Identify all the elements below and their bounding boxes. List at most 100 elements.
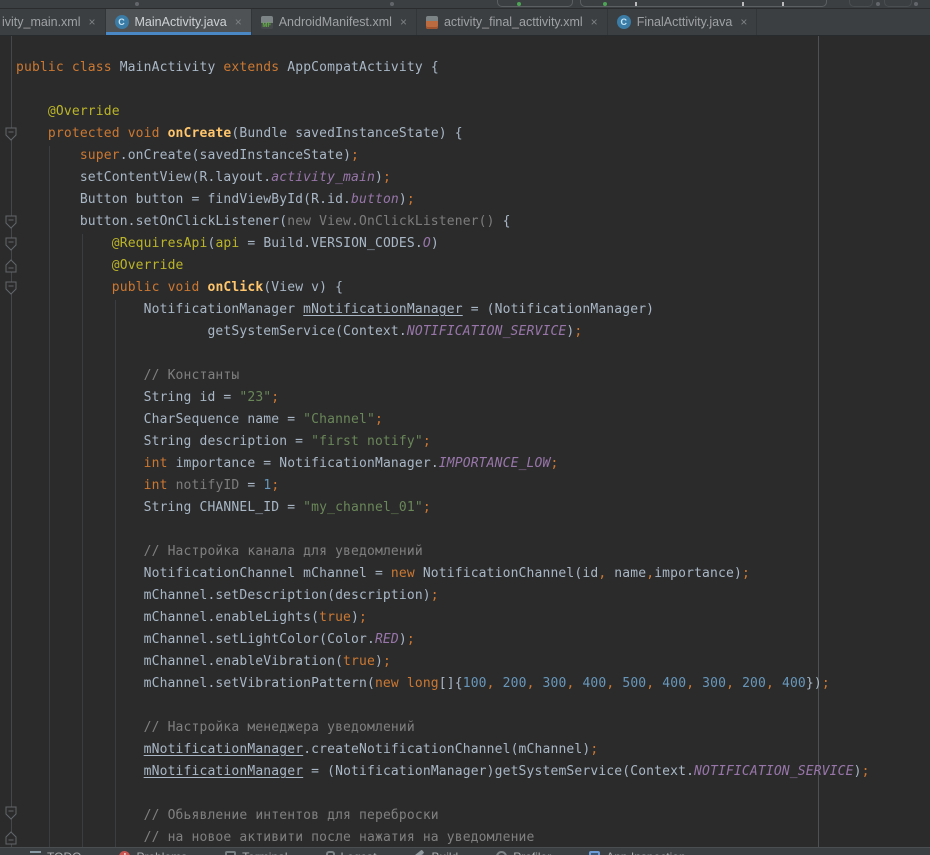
ide-window: ivity_main.xml × C MainActivity.java × MF Andr… — [0, 0, 930, 855]
code-line-10: @Override — [16, 255, 930, 277]
toolbar-button-group[interactable] — [849, 0, 873, 7]
code-line-18: String description = "first notify"; — [16, 431, 930, 453]
code-line-16: String id = "23"; — [16, 387, 930, 409]
code-line-27: mChannel.setLightColor(Color.RED); — [16, 629, 930, 651]
tab-label: MainActivity.java — [135, 15, 227, 29]
toolwindow-label: Profiler — [513, 850, 551, 855]
code-line-3: @Override — [16, 101, 930, 123]
toolwindow-problems[interactable]: ! Problems — [119, 850, 187, 855]
tab-label: FinalActtivity.java — [637, 15, 733, 29]
code-line-31: // Настройка менеджера уведомлений — [16, 717, 930, 739]
code-line-24: NotificationChannel mChannel = new Notif… — [16, 563, 930, 585]
code-line-19: int importance = NotificationManager.IMP… — [16, 453, 930, 475]
run-status-dot-icon — [517, 2, 521, 6]
tab-FinalActtivity.java[interactable]: C FinalActtivity.java × — [608, 9, 758, 35]
fold-down-icon[interactable] — [5, 806, 17, 820]
close-icon[interactable]: × — [740, 16, 747, 28]
tool-window-bar: TODO! Problems Terminal Logcat Build Profiler… — [0, 847, 930, 855]
toolwindow-profiler[interactable]: Profiler — [496, 850, 551, 855]
fold-up-icon[interactable] — [5, 259, 17, 273]
toolwindow-terminal[interactable]: Terminal — [225, 850, 287, 855]
toolbar-dot-icon — [876, 2, 880, 6]
tab-label: AndroidManifest.xml — [279, 15, 392, 29]
fold-down-icon[interactable] — [5, 281, 17, 295]
close-icon[interactable]: × — [235, 16, 242, 28]
code-line-35: // Обьявление интентов для переброски — [16, 805, 930, 827]
profiler-icon — [496, 851, 507, 855]
tab-activity_final_acttivity.xml[interactable]: activity_final_acttivity.xml × — [417, 9, 608, 35]
code-line-9: @RequiresApi(api = Build.VERSION_CODES.O… — [16, 233, 930, 255]
device-selector-group[interactable] — [580, 0, 827, 7]
code-editor[interactable]: public class MainActivity extends AppCom… — [0, 36, 930, 855]
logcat-icon — [326, 851, 335, 855]
code-line-2 — [16, 79, 930, 101]
toolwindow-label: TODO — [47, 850, 81, 855]
toolwindow-label: Logcat — [341, 850, 377, 855]
code-line-21: String CHANNEL_ID = "my_channel_01"; — [16, 497, 930, 519]
toolwindow-label: Terminal — [242, 850, 287, 855]
code-line-8: button.setOnClickListener(new View.OnCli… — [16, 211, 930, 233]
code-line-6: setContentView(R.layout.activity_main); — [16, 167, 930, 189]
code-line-11: public void onClick(View v) { — [16, 277, 930, 299]
terminal-icon — [225, 851, 236, 855]
code-line-26: mChannel.enableLights(true); — [16, 607, 930, 629]
main-toolbar — [0, 0, 930, 9]
code-line-5: super.onCreate(savedInstanceState); — [16, 145, 930, 167]
code-line-32: mNotificationManager.createNotificationC… — [16, 739, 930, 761]
close-icon[interactable]: × — [89, 16, 96, 28]
todo-icon — [30, 851, 41, 855]
close-icon[interactable]: × — [400, 16, 407, 28]
toolwindow-label: Build — [432, 850, 459, 855]
toolwindow-todo[interactable]: TODO — [30, 850, 81, 855]
fold-down-icon[interactable] — [5, 215, 17, 229]
code-area[interactable]: public class MainActivity extends AppCom… — [0, 36, 930, 849]
run-config-group[interactable] — [497, 0, 573, 7]
code-line-29: mChannel.setVibrationPattern(new long[]{… — [16, 673, 930, 695]
toolbar-button-group[interactable] — [884, 0, 912, 7]
toolbar-tick-icon — [635, 2, 637, 6]
toolbar-dot-icon — [914, 2, 918, 6]
code-line-34 — [16, 783, 930, 805]
fold-down-icon[interactable] — [5, 127, 17, 141]
code-line-25: mChannel.setDescription(description); — [16, 585, 930, 607]
toolwindow-label: App Inspection — [606, 850, 685, 855]
code-line-15: // Константы — [16, 365, 930, 387]
code-line-36: // на новое активити после нажатия на ув… — [16, 827, 930, 849]
toolbar-dot-icon — [390, 2, 394, 6]
code-line-33: mNotificationManager = (NotificationMana… — [16, 761, 930, 783]
problems-icon: ! — [119, 851, 130, 855]
manifest-icon: MF — [261, 16, 273, 29]
code-line-1: public class MainActivity extends AppCom… — [16, 57, 930, 79]
tab-label: ivity_main.xml — [2, 15, 81, 29]
tab-AndroidManifest.xml[interactable]: MF AndroidManifest.xml × — [252, 9, 417, 35]
toolwindow-app-inspection[interactable]: App Inspection — [589, 850, 685, 855]
tab-bar: ivity_main.xml × C MainActivity.java × MF Andr… — [0, 9, 930, 36]
toolwindow-logcat[interactable]: Logcat — [326, 850, 377, 855]
close-icon[interactable]: × — [591, 16, 598, 28]
code-line-7: Button button = findViewById(R.id.button… — [16, 189, 930, 211]
build-icon — [415, 851, 426, 855]
code-line-20: int notifyID = 1; — [16, 475, 930, 497]
toolbar-tick-icon — [742, 2, 744, 6]
tab-MainActivity.java[interactable]: C MainActivity.java × — [106, 9, 252, 35]
code-line-13: getSystemService(Context.NOTIFICATION_SE… — [16, 321, 930, 343]
toolbar-dot-icon — [135, 2, 139, 6]
java-class-icon: C — [617, 15, 631, 29]
code-line-22 — [16, 519, 930, 541]
layout-xml-icon — [426, 16, 438, 29]
code-line-12: NotificationManager mNotificationManager… — [16, 299, 930, 321]
tab-label: activity_final_acttivity.xml — [444, 15, 583, 29]
toolbar-tick-icon — [782, 2, 784, 6]
fold-down-icon[interactable] — [5, 237, 17, 251]
fold-up-icon[interactable] — [5, 831, 17, 845]
device-status-dot-icon — [603, 2, 607, 6]
app-inspection-icon — [589, 851, 600, 855]
code-line-23: // Настройка канала для уведомлений — [16, 541, 930, 563]
toolwindow-build[interactable]: Build — [415, 850, 459, 855]
java-class-icon: C — [115, 15, 129, 29]
code-line-4: protected void onCreate(Bundle savedInst… — [16, 123, 930, 145]
toolwindow-label: Problems — [136, 850, 187, 855]
tab-ivity_main.xml[interactable]: ivity_main.xml × — [0, 9, 106, 35]
code-line-14 — [16, 343, 930, 365]
code-line-17: CharSequence name = "Channel"; — [16, 409, 930, 431]
